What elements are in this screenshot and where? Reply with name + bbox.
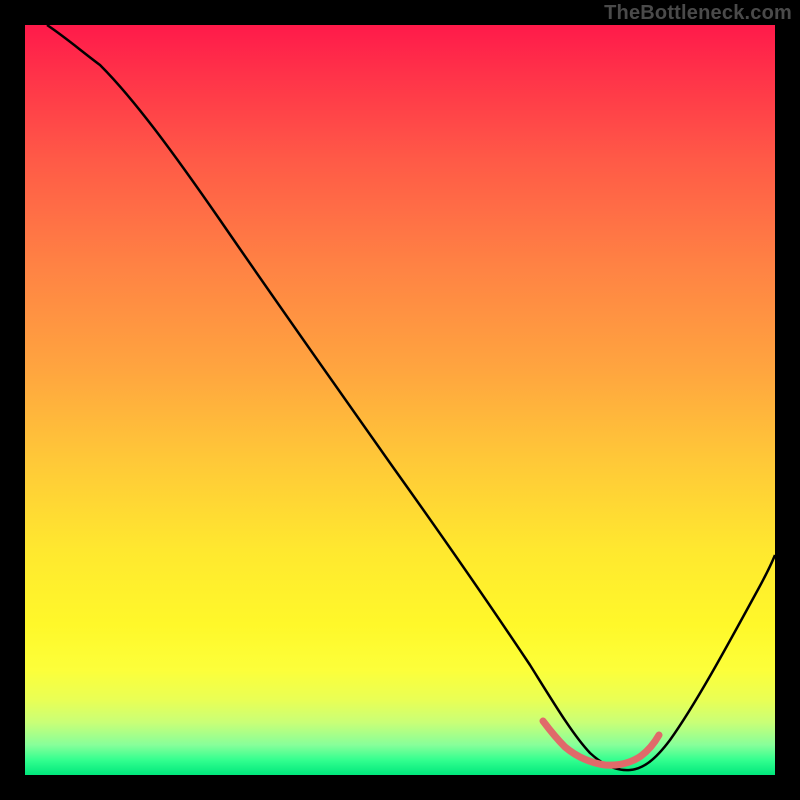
chart-frame: TheBottleneck.com <box>0 0 800 800</box>
optimal-range-marker <box>543 721 659 765</box>
watermark-text: TheBottleneck.com <box>604 2 792 25</box>
chart-svg <box>25 25 775 775</box>
plot-area <box>25 25 775 775</box>
bottleneck-curve <box>47 25 775 770</box>
